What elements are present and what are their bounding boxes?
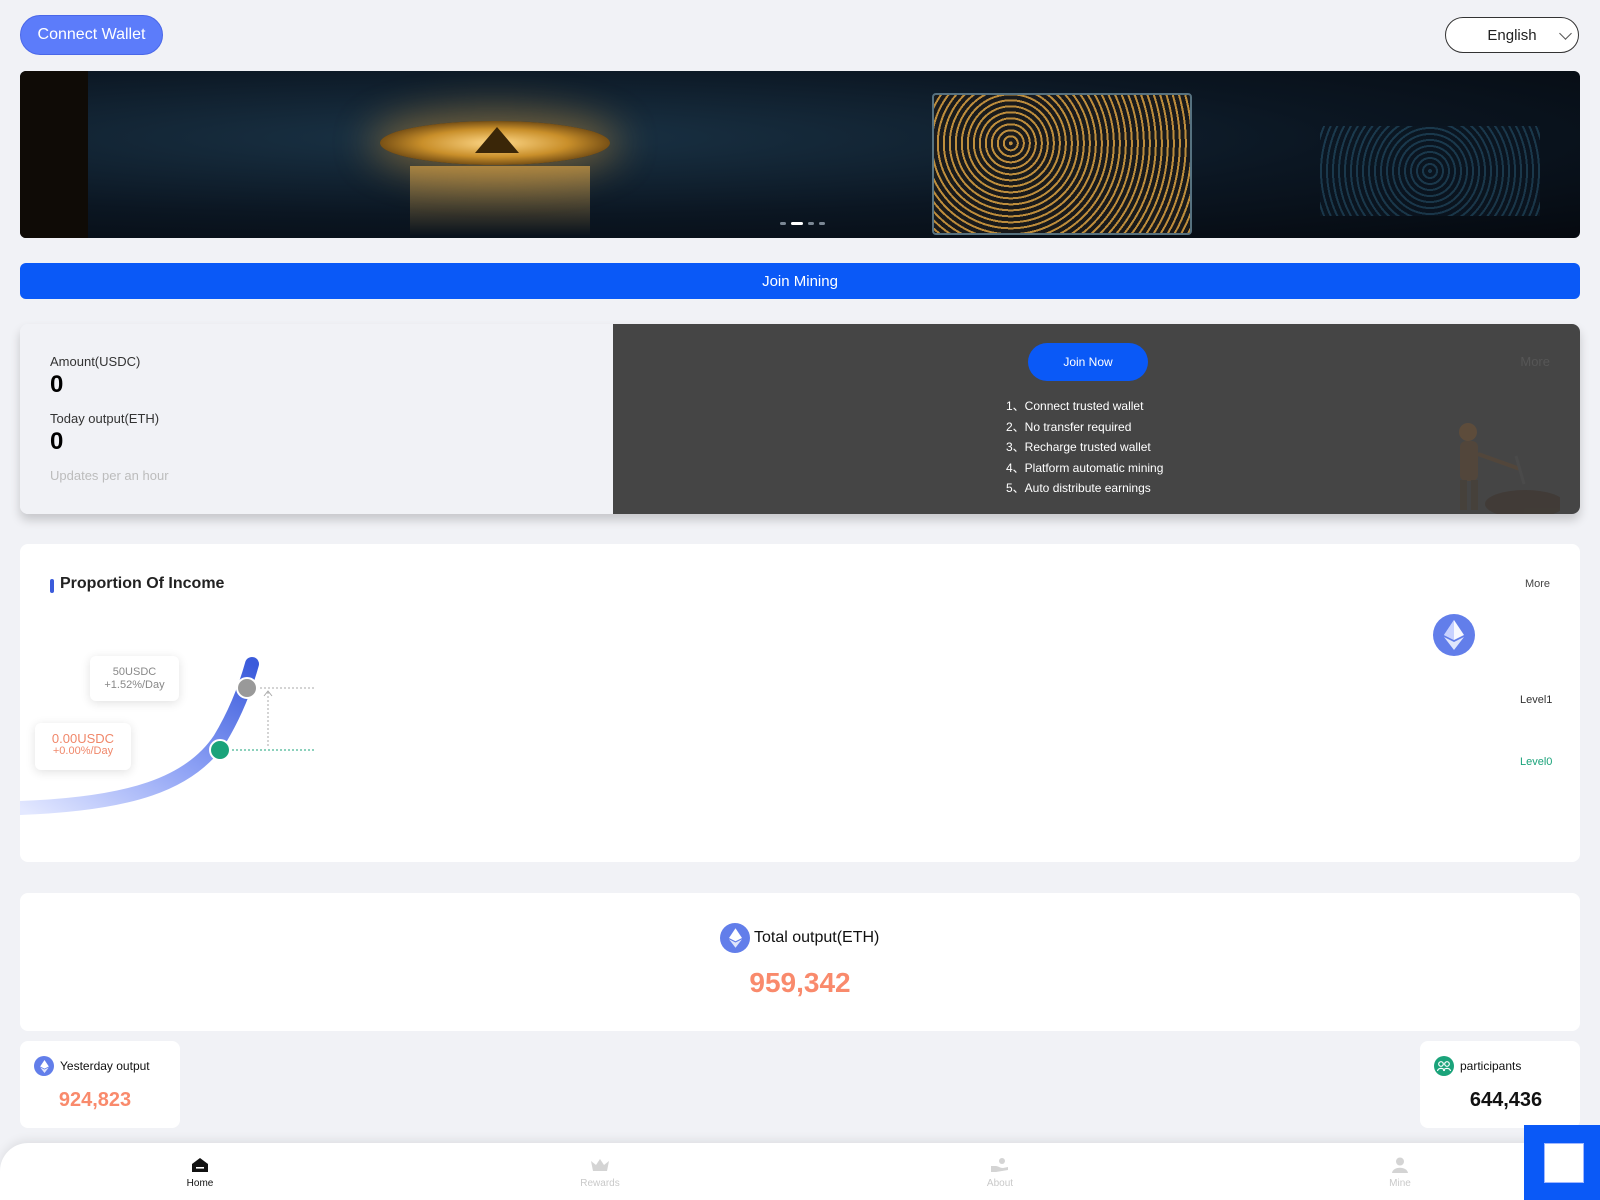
level-0-tooltip: 0.00USDC +0.00%/Day (35, 723, 131, 770)
language-value: English (1487, 26, 1537, 44)
level-0-rate: +0.00%/Day (52, 745, 114, 757)
nav-item-rewards[interactable]: Rewards (400, 1143, 800, 1200)
join-panel: Join Now More 1、Connect trusted wallet 2… (613, 324, 1580, 514)
nav-about-label: About (986, 1178, 1014, 1189)
nav-rewards-label: Rewards (580, 1178, 620, 1189)
level-0-marker (209, 739, 231, 761)
hero-banner[interactable] (20, 71, 1580, 238)
banner-glow (410, 166, 590, 236)
nav-item-home[interactable]: Home (0, 1143, 400, 1200)
join-mining-button[interactable]: Join Mining (20, 263, 1580, 299)
participants-icon (1434, 1056, 1454, 1076)
connect-wallet-button[interactable]: Connect Wallet (20, 15, 163, 55)
total-output-label: Total output(ETH) (754, 929, 880, 946)
nav-item-about[interactable]: About (800, 1143, 1200, 1200)
carousel-dot[interactable] (780, 222, 786, 225)
participants-header: participants (1434, 1056, 1521, 1076)
level-1-marker (236, 677, 258, 699)
carousel-dot[interactable] (808, 222, 814, 225)
carousel-dot[interactable] (819, 222, 825, 225)
mining-rig-image-2 (1320, 126, 1540, 216)
step-item: 4、Platform automatic mining (1006, 460, 1164, 475)
level-1-tooltip: 50USDC +1.52%/Day (90, 656, 179, 701)
amount-summary: Amount(USDC) 0 Today output(ETH) 0 Updat… (20, 324, 613, 514)
participants-value: 644,436 (1469, 1089, 1543, 1111)
yesterday-output-header: Yesterday output (34, 1056, 150, 1076)
total-output-header: Total output(ETH) (720, 923, 879, 953)
update-note: Updates per an hour (50, 468, 169, 483)
amount-card: Amount(USDC) 0 Today output(ETH) 0 Updat… (20, 324, 1580, 514)
participants-label: participants (1460, 1059, 1522, 1073)
step-item: 3、Recharge trusted wallet (1006, 440, 1151, 454)
yesterday-output-value: 924,823 (58, 1089, 132, 1111)
language-select[interactable]: English (1445, 17, 1579, 53)
carousel-dots[interactable] (780, 222, 825, 225)
bottom-nav: Home Rewards About Mine (0, 1143, 1600, 1200)
level-1-label: Level1 (1520, 694, 1553, 706)
step-item: 1、Connect trusted wallet (1006, 399, 1144, 413)
crown-icon (591, 1159, 609, 1171)
today-output-value: 0 (50, 428, 64, 455)
user-icon (1392, 1157, 1408, 1173)
ethereum-mark (475, 127, 519, 153)
level-0-amount: 0.00USDC (51, 731, 115, 746)
level-1-amount: 50USDC (112, 666, 157, 678)
total-output-card: Total output(ETH) 959,342 (20, 893, 1580, 1031)
broken-image-icon (1544, 1143, 1584, 1183)
level-1-rate: +1.52%/Day (104, 679, 165, 691)
chevron-down-icon (1559, 27, 1572, 40)
hand-icon (991, 1158, 1008, 1172)
ethereum-icon (1433, 614, 1475, 656)
nav-mine-label: Mine (1389, 1178, 1411, 1189)
yesterday-output-card: Yesterday output 924,823 (20, 1041, 180, 1128)
floating-support-button[interactable] (1524, 1125, 1600, 1200)
title-accent (50, 579, 54, 593)
level-0-label: Level0 (1520, 756, 1553, 768)
participants-card: participants 644,436 (1420, 1041, 1580, 1128)
today-output-label: Today output(ETH) (50, 411, 160, 426)
banner-edge (20, 71, 88, 238)
step-item: 2、No transfer required (1006, 419, 1132, 434)
ethereum-icon (34, 1056, 54, 1076)
income-more-link[interactable]: More (1525, 578, 1550, 590)
ethereum-icon (720, 923, 750, 953)
nav-home-label: Home (186, 1178, 214, 1189)
income-panel: Proportion Of Income More Level1 Level0 … (20, 544, 1580, 862)
home-icon (192, 1158, 208, 1172)
amount-value: 0 (50, 371, 64, 398)
more-link[interactable]: More (1520, 354, 1550, 369)
miner-illustration (1459, 423, 1560, 514)
step-item: 5、Auto distribute earnings (1006, 481, 1151, 495)
yesterday-output-label: Yesterday output (60, 1059, 150, 1073)
mining-rig-image (932, 93, 1192, 235)
carousel-dot-active[interactable] (791, 222, 803, 225)
amount-label: Amount(USDC) (50, 354, 141, 369)
steps-list: 1、Connect trusted wallet 2、No transfer r… (1006, 396, 1163, 499)
total-output-value: 959,342 (749, 967, 851, 998)
join-now-button[interactable]: Join Now (1028, 343, 1148, 381)
income-title: Proportion Of Income (60, 575, 225, 592)
